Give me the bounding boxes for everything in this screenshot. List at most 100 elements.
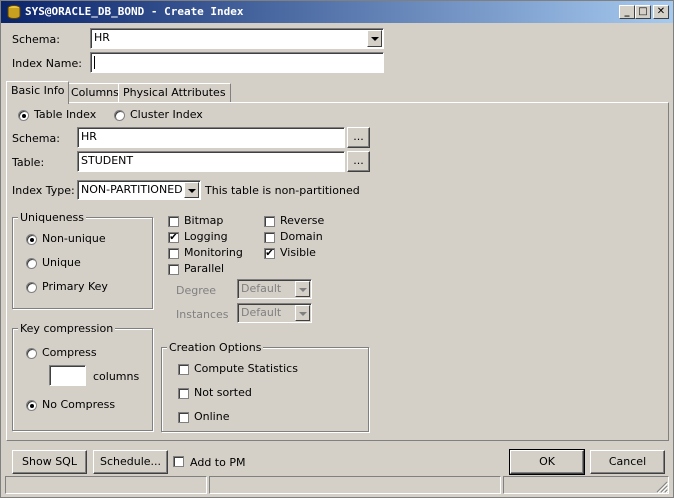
instances-value: Default (241, 306, 282, 319)
table-label: Table: (12, 156, 45, 169)
compute-statistics-checkbox[interactable] (178, 364, 189, 375)
index-type-label: Index Type: (12, 184, 75, 197)
visible-label[interactable]: Visible (280, 246, 316, 259)
minimize-button[interactable]: _ (619, 5, 635, 19)
non-unique-label[interactable]: Non-unique (42, 232, 106, 245)
parallel-label[interactable]: Parallel (184, 262, 224, 275)
add-to-pm-checkbox[interactable] (173, 456, 184, 467)
title-bar[interactable]: SYS@ORACLE_DB_BOND - Create Index _ □ ✕ (1, 1, 673, 23)
table-browse-button[interactable]: ... (347, 151, 370, 172)
window-title: SYS@ORACLE_DB_BOND - Create Index (25, 5, 244, 18)
add-to-pm-label[interactable]: Add to PM (190, 456, 245, 469)
table-input[interactable]: STUDENT (77, 151, 345, 172)
table-index-radio[interactable] (18, 110, 29, 121)
status-pane-2 (209, 476, 501, 494)
basic-schema-value: HR (81, 130, 97, 143)
tab-physical-attributes[interactable]: Physical Attributes (118, 83, 231, 103)
index-type-select[interactable]: NON-PARTITIONED (77, 180, 201, 200)
bitmap-checkbox[interactable] (168, 216, 179, 227)
schedule-label: Schedule... (99, 455, 162, 468)
not-sorted-checkbox[interactable] (178, 388, 189, 399)
columns-label: columns (93, 370, 140, 383)
online-label[interactable]: Online (194, 410, 229, 423)
chevron-down-icon[interactable] (367, 30, 382, 47)
degree-value: Default (241, 282, 282, 295)
no-compress-label[interactable]: No Compress (42, 398, 115, 411)
resize-grip-icon[interactable] (656, 481, 668, 493)
minimize-icon: _ (624, 6, 630, 17)
primary-key-radio[interactable] (26, 282, 37, 293)
create-index-dialog: SYS@ORACLE_DB_BOND - Create Index _ □ ✕ … (0, 0, 674, 498)
domain-label[interactable]: Domain (280, 230, 323, 243)
text-caret (94, 55, 95, 69)
schema-select-value: HR (94, 31, 110, 44)
unique-radio[interactable] (26, 258, 37, 269)
close-button[interactable]: ✕ (653, 5, 669, 19)
ok-button[interactable]: OK (509, 449, 585, 475)
partition-note: This table is non-partitioned (205, 184, 360, 197)
index-name-input[interactable] (90, 52, 384, 73)
domain-checkbox[interactable] (264, 232, 275, 243)
tab-basic-info-label: Basic Info (11, 84, 65, 97)
reverse-label[interactable]: Reverse (280, 214, 324, 227)
maximize-icon: □ (638, 6, 648, 17)
show-sql-button[interactable]: Show SQL (12, 450, 87, 474)
show-sql-label: Show SQL (22, 455, 77, 468)
instances-select[interactable]: Default (237, 303, 312, 323)
chevron-down-icon[interactable] (295, 305, 310, 321)
cluster-index-label[interactable]: Cluster Index (130, 108, 203, 121)
reverse-checkbox[interactable] (264, 216, 275, 227)
check-icon: ✔ (169, 232, 178, 243)
tab-basic-info[interactable]: Basic Info (6, 81, 70, 104)
close-icon: ✕ (656, 6, 666, 17)
unique-label[interactable]: Unique (42, 256, 81, 269)
logging-checkbox[interactable]: ✔ (168, 232, 179, 243)
instances-label: Instances (176, 308, 229, 321)
key-compression-title: Key compression (18, 322, 116, 335)
compress-label[interactable]: Compress (42, 346, 97, 359)
cancel-label: Cancel (608, 455, 647, 468)
schema-browse-label: ... (353, 130, 364, 143)
status-pane-1 (5, 476, 207, 494)
tab-physical-attributes-label: Physical Attributes (123, 86, 226, 99)
schema-browse-button[interactable]: ... (347, 127, 370, 148)
basic-schema-input[interactable]: HR (77, 127, 345, 148)
no-compress-radio[interactable] (26, 400, 37, 411)
check-icon: ✔ (265, 248, 274, 259)
index-name-label: Index Name: (12, 57, 82, 70)
basic-schema-label: Schema: (12, 132, 60, 145)
compute-statistics-label[interactable]: Compute Statistics (194, 362, 298, 375)
online-checkbox[interactable] (178, 412, 189, 423)
cluster-index-radio[interactable] (114, 110, 125, 121)
visible-checkbox[interactable]: ✔ (264, 248, 275, 259)
schema-label: Schema: (12, 33, 60, 46)
parallel-checkbox[interactable] (168, 264, 179, 275)
table-index-label[interactable]: Table Index (34, 108, 96, 121)
maximize-button[interactable]: □ (635, 5, 651, 19)
logging-label[interactable]: Logging (184, 230, 228, 243)
monitoring-checkbox[interactable] (168, 248, 179, 259)
chevron-down-icon[interactable] (184, 182, 199, 198)
degree-select[interactable]: Default (237, 279, 312, 299)
schedule-button[interactable]: Schedule... (93, 450, 168, 474)
index-type-value: NON-PARTITIONED (81, 183, 183, 196)
creation-options-group (161, 347, 369, 432)
compress-radio[interactable] (26, 348, 37, 359)
ok-label: OK (539, 455, 555, 468)
uniqueness-title: Uniqueness (18, 211, 87, 224)
cancel-button[interactable]: Cancel (590, 450, 665, 474)
non-unique-radio[interactable] (26, 234, 37, 245)
tab-columns[interactable]: Columns (66, 83, 124, 103)
creation-options-title: Creation Options (167, 341, 264, 354)
bitmap-label[interactable]: Bitmap (184, 214, 223, 227)
not-sorted-label[interactable]: Not sorted (194, 386, 252, 399)
chevron-down-icon[interactable] (295, 281, 310, 297)
primary-key-label[interactable]: Primary Key (42, 280, 108, 293)
monitoring-label[interactable]: Monitoring (184, 246, 243, 259)
table-browse-label: ... (353, 154, 364, 167)
compress-columns-input[interactable] (49, 365, 86, 386)
schema-select[interactable]: HR (90, 28, 384, 49)
tab-columns-label: Columns (71, 86, 119, 99)
degree-label: Degree (176, 284, 217, 297)
status-pane-3 (503, 476, 669, 494)
